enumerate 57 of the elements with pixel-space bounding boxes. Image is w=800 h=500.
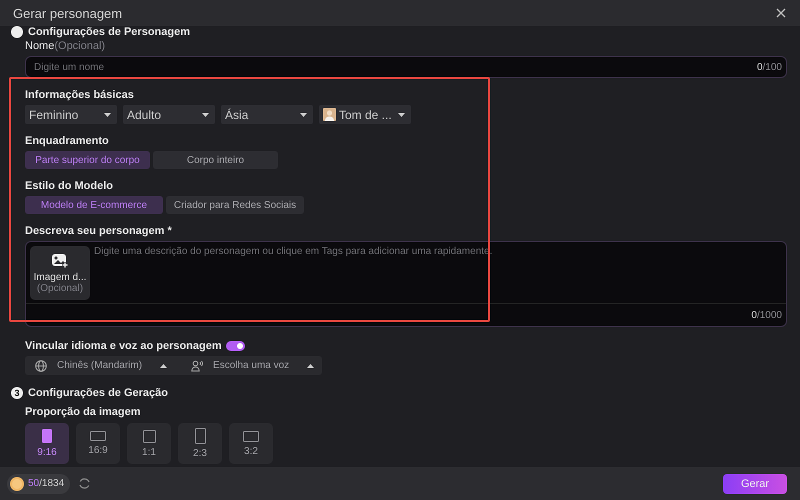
close-icon[interactable]	[776, 8, 786, 18]
refresh-icon[interactable]	[78, 477, 92, 490]
section-heading: Configurações de Personagem	[28, 26, 190, 38]
aspect-ratio-option[interactable]: 16:9	[76, 423, 120, 464]
field-label: Estilo do Modelo	[25, 179, 114, 193]
caret-down-icon	[202, 112, 209, 116]
field-label: Nome	[25, 40, 54, 52]
character-count: 0	[756, 62, 763, 72]
credits-total: /1834	[39, 478, 64, 489]
dropdown[interactable]: Tom de ...	[319, 105, 411, 124]
field-label: Descreva seu personagem *	[25, 224, 173, 238]
aspect-shape-icon	[142, 430, 156, 442]
window-title: Gerar personagem	[13, 6, 122, 20]
caret-down-icon	[398, 112, 405, 116]
name-input[interactable]: Digite um nome	[32, 60, 757, 74]
name-field[interactable]: Digite um nome 0/100	[25, 56, 787, 78]
step-circle-icon	[11, 26, 23, 38]
option-button[interactable]: Modelo de E-commerce	[25, 196, 163, 214]
field-label: Enquadramento	[25, 134, 110, 148]
step-number: 3	[11, 387, 23, 399]
add-image-icon	[51, 252, 69, 268]
aspect-ratio-option[interactable]: 9:16	[25, 423, 69, 464]
dropdown[interactable]: Adulto	[123, 105, 215, 124]
credits-used: 50	[28, 478, 40, 489]
avatar-icon	[323, 108, 336, 121]
dropdown[interactable]: Ásia	[221, 105, 313, 124]
character-count: 0	[751, 310, 757, 320]
generate-button[interactable]: Gerar	[723, 474, 787, 494]
section-heading: Configurações de Geração	[28, 387, 168, 399]
globe-icon	[35, 360, 47, 372]
aspect-ratio-option[interactable]: 3:2	[229, 423, 273, 464]
dropdown[interactable]: Feminino	[25, 105, 117, 124]
caret-up-icon	[307, 364, 314, 368]
option-button[interactable]: Corpo inteiro	[153, 151, 278, 169]
caret-down-icon	[104, 112, 111, 116]
aspect-ratio-option[interactable]: 2:3	[178, 423, 222, 464]
aspect-shape-icon	[90, 431, 106, 441]
field-label: Vincular idioma e voz ao personagem	[25, 340, 222, 352]
person-voice-icon	[191, 360, 204, 372]
aspect-ratio-option[interactable]: 1:1	[127, 423, 171, 464]
language-dropdown[interactable]: Chinês (Mandarim)	[35, 360, 168, 372]
aspect-shape-icon	[42, 429, 52, 443]
option-button[interactable]: Criador para Redes Sociais	[166, 196, 304, 214]
aspect-shape-icon	[194, 428, 206, 444]
caret-down-icon	[300, 112, 307, 116]
character-limit: /1000	[756, 310, 782, 320]
aspect-shape-icon	[243, 430, 259, 442]
option-button[interactable]: Parte superior do corpo	[25, 151, 150, 169]
caret-up-icon	[160, 364, 168, 368]
coin-icon	[10, 476, 24, 490]
image-upload-button[interactable]: Imagem d... (Opcional)	[30, 246, 90, 300]
field-label: Informações básicas	[25, 88, 135, 102]
optional-hint: (Opcional)	[54, 40, 106, 52]
field-label: Proporção da imagem	[25, 405, 142, 419]
toggle-switch[interactable]	[226, 341, 245, 351]
voice-dropdown[interactable]: Escolha uma voz	[191, 360, 314, 372]
character-limit: /100	[762, 62, 782, 72]
